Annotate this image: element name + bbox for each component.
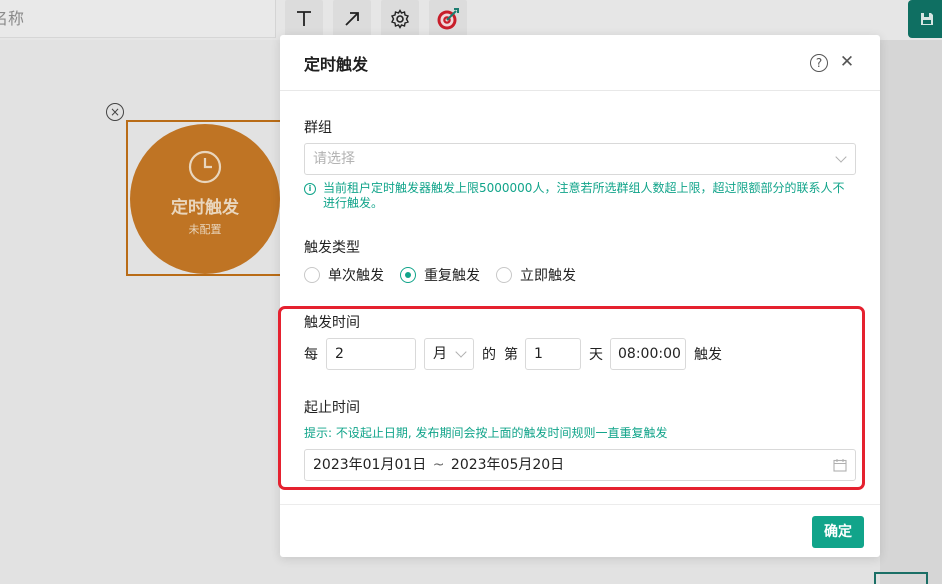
- of-text: 的: [482, 347, 496, 363]
- limit-notice: i 当前租户定时触发器触发上限5000000人，注意若所选群组人数超上限，超过限…: [304, 181, 856, 211]
- day-input[interactable]: 1: [525, 338, 581, 370]
- target-icon: [437, 8, 459, 30]
- chevron-down-icon: [455, 346, 467, 358]
- text-icon: [297, 11, 311, 26]
- flow-name-text: 名称: [0, 9, 25, 28]
- corner-node: [874, 572, 928, 584]
- interval-value: 2: [335, 346, 344, 362]
- trigger-time-row: 每 2 月 的 第 1 天 08:00:00 触发: [304, 338, 722, 370]
- gear-icon: [391, 9, 409, 29]
- timer-trigger-node[interactable]: 定时触发 未配置: [130, 124, 280, 274]
- flow-name-input[interactable]: 名称: [0, 0, 276, 38]
- start-date: 2023年01月01日: [313, 457, 427, 473]
- arrow-tool-button[interactable]: [333, 0, 371, 38]
- radio-button-checked[interactable]: [400, 267, 416, 283]
- radio-single-trigger[interactable]: 单次触发: [304, 265, 384, 285]
- node-title: 定时触发: [171, 198, 239, 218]
- node-status: 未配置: [188, 223, 222, 236]
- text-tool-button[interactable]: [285, 0, 323, 38]
- timer-trigger-dialog: 定时触发 ? ✕ 群组 请选择 i 当前租户定时触发器触发上限5000000人，…: [280, 35, 880, 557]
- radio-immediate-trigger[interactable]: 立即触发: [496, 265, 576, 285]
- time-value: 08:00:00: [618, 346, 681, 362]
- chevron-down-icon: [835, 151, 847, 163]
- end-date: 2023年05月20日: [450, 457, 565, 473]
- clock-icon: [188, 150, 222, 184]
- trigger-type-label: 触发类型: [304, 240, 360, 256]
- dialog-header: 定时触发 ? ✕: [280, 35, 880, 91]
- dialog-title: 定时触发: [304, 54, 369, 74]
- info-icon: i: [304, 183, 316, 195]
- confirm-button[interactable]: 确定: [812, 516, 864, 548]
- help-icon[interactable]: ?: [810, 53, 828, 72]
- save-button[interactable]: [908, 0, 942, 38]
- trigger-type-radio-group: 单次触发 重复触发 立即触发: [304, 265, 592, 285]
- period-hint: 提示: 不设起止日期, 发布期间会按上面的触发时间规则一直重复触发: [304, 426, 668, 440]
- day-value: 1: [534, 346, 543, 362]
- radio-label: 立即触发: [520, 268, 576, 284]
- range-separator: ~: [432, 457, 445, 473]
- group-placeholder: 请选择: [313, 151, 355, 167]
- radio-button[interactable]: [496, 267, 512, 283]
- limit-notice-text: 当前租户定时触发器触发上限5000000人，注意若所选群组人数超上限，超过限额部…: [323, 181, 845, 210]
- nth-text: 第: [504, 347, 518, 363]
- date-range-picker[interactable]: 2023年01月01日 ~ 2023年05月20日: [304, 449, 856, 481]
- group-select[interactable]: 请选择: [304, 143, 856, 175]
- settings-tool-button[interactable]: [381, 0, 419, 38]
- radio-label: 重复触发: [424, 268, 480, 284]
- close-icon[interactable]: ✕: [838, 54, 856, 71]
- radio-repeat-trigger[interactable]: 重复触发: [400, 265, 480, 285]
- period-label: 起止时间: [304, 400, 360, 416]
- trigger-time-label: 触发时间: [304, 315, 360, 331]
- right-panel: [880, 40, 942, 584]
- unit-value: 月: [433, 346, 447, 362]
- interval-input[interactable]: 2: [326, 338, 416, 370]
- unit-select[interactable]: 月: [424, 338, 474, 370]
- radio-label: 单次触发: [328, 268, 384, 284]
- arrow-icon: [345, 12, 359, 26]
- every-text: 每: [304, 347, 318, 363]
- group-label: 群组: [304, 120, 332, 136]
- trigger-text: 触发: [694, 347, 722, 363]
- target-tool-button[interactable]: [429, 0, 467, 38]
- radio-button[interactable]: [304, 267, 320, 283]
- time-picker[interactable]: 08:00:00: [610, 338, 686, 370]
- save-icon: [921, 13, 933, 25]
- delete-node-icon[interactable]: ×: [106, 103, 124, 121]
- day-text: 天: [589, 347, 603, 363]
- footer-divider: [280, 504, 880, 505]
- calendar-icon: [833, 459, 847, 472]
